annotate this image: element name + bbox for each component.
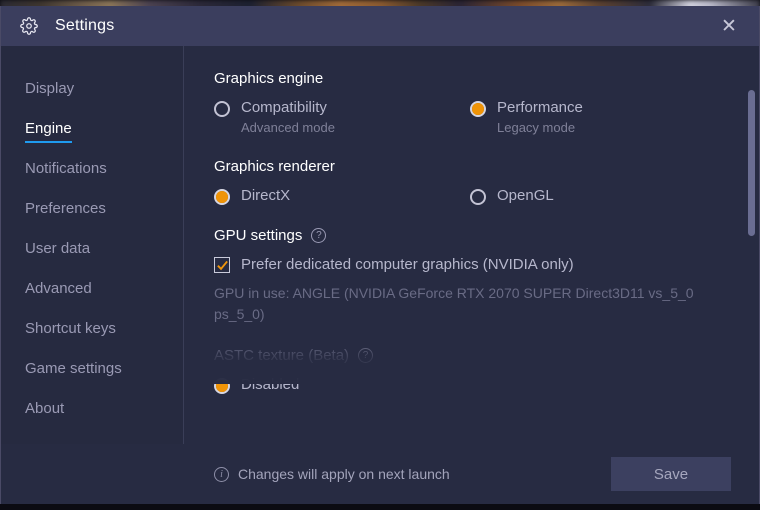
footer-note-label: Changes will apply on next launch xyxy=(238,466,450,482)
radio-icon-selected[interactable] xyxy=(470,101,486,117)
scrollbar-track[interactable] xyxy=(748,90,755,382)
radio-icon[interactable] xyxy=(470,189,486,206)
option-label: Disabled xyxy=(241,376,300,394)
option-label: DirectX xyxy=(241,187,291,205)
gear-icon xyxy=(19,16,39,36)
option-label: Compatibility xyxy=(241,99,327,116)
title-bar: Settings ✕ xyxy=(1,6,759,46)
dialog-body: Display Engine Notifications Preferences… xyxy=(1,46,759,444)
radio-icon[interactable] xyxy=(214,101,230,117)
close-button[interactable]: ✕ xyxy=(711,11,747,41)
sidebar-item-user-data[interactable]: User data xyxy=(1,230,183,270)
radio-icon-selected[interactable] xyxy=(214,189,230,206)
sidebar-item-shortcut-keys[interactable]: Shortcut keys xyxy=(1,310,183,350)
option-label: OpenGL xyxy=(497,187,554,205)
radio-option-directx[interactable]: DirectX xyxy=(214,187,470,206)
help-icon[interactable]: ? xyxy=(311,228,327,244)
checkbox-icon-checked[interactable] xyxy=(214,256,230,273)
option-texts: Performance Legacy mode xyxy=(497,99,583,136)
sidebar-item-label: Display xyxy=(25,79,75,97)
sidebar-item-label: About xyxy=(25,399,65,417)
checkbox-prefer-dedicated-graphics[interactable]: Prefer dedicated computer graphics (NVID… xyxy=(214,256,729,273)
sidebar-item-preferences[interactable]: Preferences xyxy=(1,190,183,230)
section-title-label: ASTC texture (Beta) xyxy=(214,347,350,365)
scrollbar-thumb[interactable] xyxy=(748,90,755,236)
section-title-graphics-renderer: Graphics renderer xyxy=(214,158,729,175)
radio-icon-selected[interactable] xyxy=(214,378,230,395)
window-title: Settings xyxy=(55,17,115,34)
settings-dialog: Settings ✕ Display Engine Notifications … xyxy=(0,6,760,504)
graphics-engine-options: Compatibility Advanced mode Performance … xyxy=(214,99,729,136)
sidebar-item-display[interactable]: Display xyxy=(1,70,183,110)
sidebar-item-engine[interactable]: Engine xyxy=(1,110,183,150)
sidebar-item-label: Game settings xyxy=(25,359,122,377)
settings-content: Graphics engine Compatibility Advanced m… xyxy=(184,46,759,444)
graphics-renderer-options: DirectX OpenGL xyxy=(214,187,729,206)
checkbox-label: Prefer dedicated computer graphics (NVID… xyxy=(241,256,574,274)
astc-texture-options: Disabled xyxy=(214,376,729,395)
sidebar-item-advanced[interactable]: Advanced xyxy=(1,270,183,310)
sidebar-item-notifications[interactable]: Notifications xyxy=(1,150,183,190)
radio-option-performance[interactable]: Performance Legacy mode xyxy=(470,99,583,136)
radio-option-compatibility[interactable]: Compatibility Advanced mode xyxy=(214,99,470,136)
close-icon: ✕ xyxy=(721,15,737,37)
dialog-footer: i Changes will apply on next launch Save xyxy=(1,444,759,504)
radio-option-opengl[interactable]: OpenGL xyxy=(470,187,554,206)
save-button[interactable]: Save xyxy=(611,457,731,491)
sidebar-item-label: Notifications xyxy=(25,159,107,177)
sidebar-item-label: Engine xyxy=(25,120,72,143)
settings-sidebar: Display Engine Notifications Preferences… xyxy=(1,46,184,444)
footer-note: i Changes will apply on next launch xyxy=(214,466,450,482)
sidebar-item-game-settings[interactable]: Game settings xyxy=(1,350,183,390)
info-icon: i xyxy=(214,466,229,482)
help-icon[interactable]: ? xyxy=(358,348,374,364)
option-sublabel: Legacy mode xyxy=(497,120,576,136)
option-texts: Compatibility Advanced mode xyxy=(241,99,335,136)
sidebar-item-about[interactable]: About xyxy=(1,390,183,430)
section-title-label: Graphics engine xyxy=(214,70,324,87)
sidebar-item-label: Shortcut keys xyxy=(25,319,116,337)
gpu-in-use-text: GPU in use: ANGLE (NVIDIA GeForce RTX 20… xyxy=(214,285,694,323)
section-title-label: Graphics renderer xyxy=(214,158,335,176)
option-sublabel: Advanced mode xyxy=(241,120,335,136)
option-texts: DirectX xyxy=(241,187,290,204)
section-title-astc-texture: ASTC texture (Beta) ? xyxy=(214,347,729,364)
radio-option-disabled[interactable]: Disabled xyxy=(214,376,470,395)
section-title-label: GPU settings xyxy=(214,227,303,245)
bottom-edge-strip xyxy=(0,504,760,510)
option-texts: Disabled xyxy=(241,376,299,393)
option-label: Performance xyxy=(497,99,583,116)
option-texts: OpenGL xyxy=(497,187,554,204)
section-title-graphics-engine: Graphics engine xyxy=(214,70,729,87)
sidebar-item-label: Preferences xyxy=(25,199,106,217)
settings-content-wrap: Graphics engine Compatibility Advanced m… xyxy=(184,46,759,444)
sidebar-item-label: User data xyxy=(25,239,91,257)
sidebar-item-label: Advanced xyxy=(25,279,92,297)
section-title-gpu-settings: GPU settings ? xyxy=(214,227,729,244)
